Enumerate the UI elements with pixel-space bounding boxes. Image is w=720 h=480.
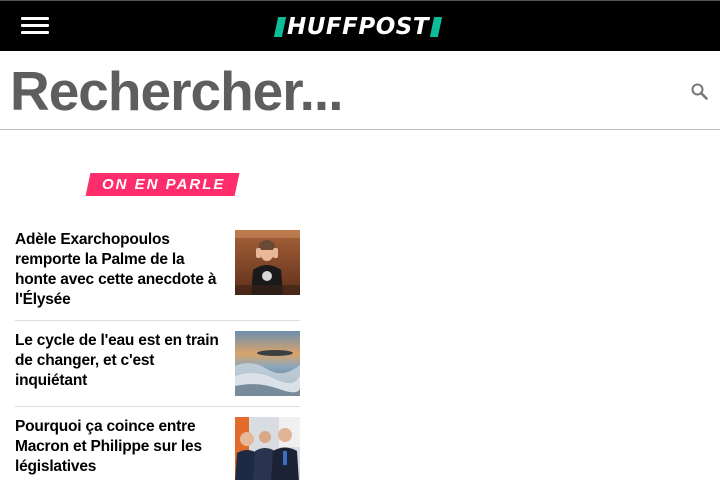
article-thumbnail[interactable] xyxy=(235,331,300,396)
article-thumbnail[interactable] xyxy=(235,417,300,480)
search-bar xyxy=(0,51,720,130)
search-icon[interactable] xyxy=(690,82,710,102)
article-headline[interactable]: Pourquoi ça coince entre Macron et Phili… xyxy=(15,417,225,477)
section-label-wrapper: ON EN PARLE xyxy=(85,173,240,196)
logo-text: HUFFPOST xyxy=(287,14,430,40)
politicians-in-suits-photo xyxy=(235,417,300,480)
article-divider xyxy=(15,406,300,407)
hamburger-menu-icon[interactable] xyxy=(21,15,49,37)
huffpost-logo[interactable]: HUFFPOST xyxy=(273,14,443,40)
article-item[interactable]: Pourquoi ça coince entre Macron et Phili… xyxy=(15,417,300,480)
article-headline[interactable]: Adèle Exarchopoulos remporte la Palme de… xyxy=(15,230,225,310)
search-input[interactable] xyxy=(10,59,670,123)
article-item[interactable]: Adèle Exarchopoulos remporte la Palme de… xyxy=(15,230,300,312)
ocean-waves-sunset-photo xyxy=(235,331,300,396)
article-headline[interactable]: Le cycle de l'eau est en train de change… xyxy=(15,331,225,391)
article-item[interactable]: Le cycle de l'eau est en train de change… xyxy=(15,331,300,397)
article-divider xyxy=(15,320,300,321)
section-label-badge: ON EN PARLE xyxy=(85,173,240,196)
section-label-text: ON EN PARLE xyxy=(102,176,226,193)
top-navigation-bar: HUFFPOST xyxy=(0,0,720,51)
woman-covering-ears-photo xyxy=(235,230,300,295)
article-thumbnail[interactable] xyxy=(235,230,300,295)
